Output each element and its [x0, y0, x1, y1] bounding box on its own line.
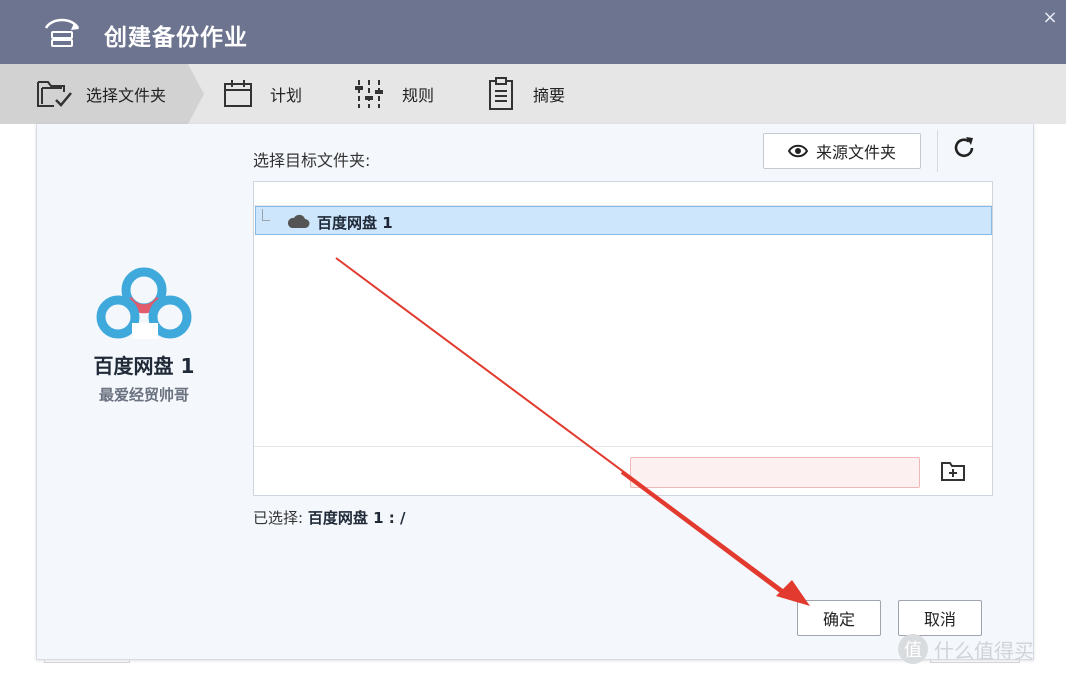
tree-root-label: 百度网盘 1 [317, 214, 393, 232]
watermark-text: 什么值得买 [934, 638, 1034, 663]
account-subtitle: 最爱经贸帅哥 [98, 386, 189, 404]
ok-button[interactable]: 确定 [797, 600, 881, 636]
step-label: 计划 [270, 86, 303, 105]
step-rules[interactable]: 规则 [354, 64, 434, 124]
step-schedule[interactable]: 计划 [222, 64, 302, 124]
tree-row-root[interactable]: 百度网盘 1 [255, 206, 992, 235]
new-folder-bar [254, 446, 992, 495]
destination-label: 选择目标文件夹: [253, 151, 371, 170]
cancel-button[interactable]: 取消 [898, 600, 982, 636]
step-select-folder[interactable]: 选择文件夹 [0, 64, 204, 124]
background-edge [44, 660, 130, 663]
step-summary[interactable]: 摘要 [487, 64, 565, 124]
tree-header-row [254, 182, 992, 206]
cloud-icon [287, 214, 310, 228]
refresh-icon[interactable] [950, 134, 978, 162]
selected-value: 百度网盘 1 : / [307, 509, 406, 527]
new-folder-icon[interactable] [940, 459, 966, 483]
step-label: 选择文件夹 [86, 86, 167, 105]
calendar-icon [222, 78, 254, 110]
backup-app-icon [44, 18, 80, 47]
sliders-icon [354, 78, 384, 110]
watermark: 值 什么值得买 [898, 634, 1034, 664]
clipboard-icon [487, 77, 515, 111]
eye-icon [787, 144, 808, 158]
close-icon[interactable]: × [1040, 8, 1060, 28]
folder-check-icon [36, 78, 74, 110]
folder-tree: 百度网盘 1 [253, 181, 993, 496]
window-title: 创建备份作业 [104, 25, 248, 51]
watermark-logo-icon: 值 [898, 634, 928, 664]
account-name: 百度网盘 1 [93, 354, 195, 378]
tree-connector [262, 209, 270, 221]
step-label: 摘要 [533, 86, 566, 105]
baidu-netdisk-logo [96, 267, 192, 339]
selected-path: 已选择: 百度网盘 1 : / [253, 507, 405, 528]
step-label: 规则 [402, 86, 435, 105]
wizard-steps: 选择文件夹 计划 规则 摘要 [0, 64, 1066, 124]
new-folder-name-input[interactable] [630, 457, 920, 488]
title-bar: 创建备份作业 × [0, 0, 1066, 64]
toolbar-divider [937, 130, 938, 172]
source-folder-label: 来源文件夹 [815, 143, 896, 162]
source-folder-button[interactable]: 来源文件夹 [763, 133, 921, 169]
selected-prefix: 已选择: [253, 509, 304, 527]
